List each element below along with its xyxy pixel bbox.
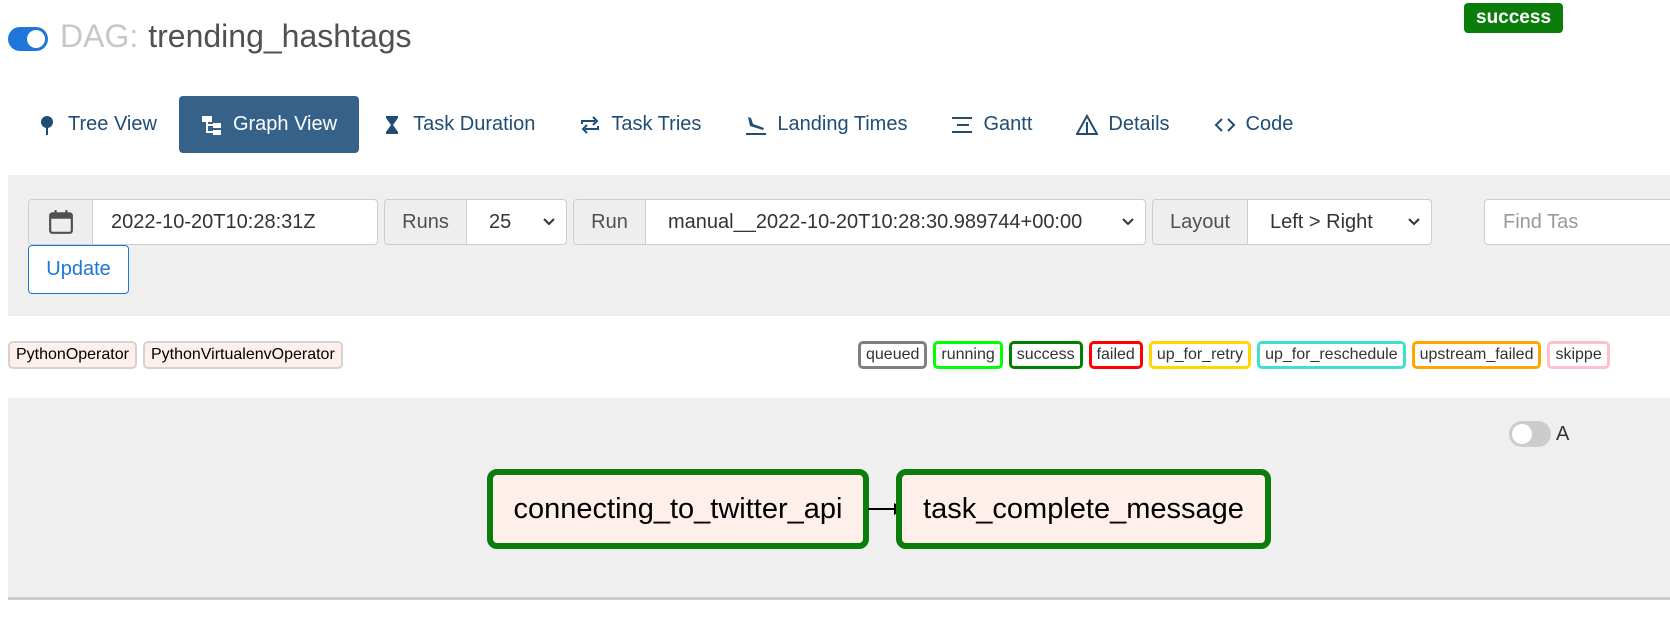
base-date-group: 2022-10-20T10:28:31Z [28, 199, 378, 245]
chevron-down-icon [543, 218, 555, 226]
task-node-task-complete-message[interactable]: task_complete_message [896, 469, 1271, 549]
operator-legend: PythonOperator PythonVirtualenvOperator [8, 341, 349, 369]
view-tabs: Tree View Graph View Task Duration Task … [14, 96, 1315, 153]
gantt-icon [951, 114, 973, 136]
dag-title: trending_hashtags [148, 17, 412, 54]
tab-tree-view[interactable]: Tree View [14, 96, 179, 153]
dag-header: DAG: trending_hashtags [8, 14, 412, 58]
warning-triangle-icon [1076, 113, 1099, 136]
tab-task-tries[interactable]: Task Tries [557, 96, 723, 153]
code-icon [1214, 114, 1236, 136]
legend-operator-python: PythonOperator [8, 341, 137, 369]
legend-state-up-for-retry: up_for_retry [1148, 341, 1252, 369]
map-pin-icon [36, 114, 58, 136]
state-legend: queued running success failed up_for_ret… [858, 341, 1616, 369]
legend-state-queued: queued [858, 341, 928, 369]
plane-landing-icon [745, 114, 767, 136]
legend-state-skipped: skippe [1547, 341, 1610, 369]
tab-code[interactable]: Code [1192, 96, 1316, 153]
controls-row: 2022-10-20T10:28:31Z Runs 25 Run manual_… [28, 199, 1670, 245]
chevron-down-icon [1122, 218, 1134, 226]
tab-gantt[interactable]: Gantt [929, 96, 1054, 153]
graph-icon [201, 114, 223, 136]
run-group: Run manual__2022-10-20T10:28:30.989744+0… [573, 199, 1146, 245]
tab-label: Gantt [983, 113, 1033, 135]
run-select[interactable]: manual__2022-10-20T10:28:30.989744+00:00 [646, 200, 1145, 244]
chevron-down-icon [1408, 218, 1420, 226]
find-task-input[interactable]: Find Tas [1484, 199, 1670, 245]
calendar-icon[interactable] [29, 200, 93, 244]
run-label: Run [574, 200, 646, 244]
hourglass-icon [381, 114, 403, 136]
auto-refresh-toggle[interactable] [1509, 421, 1551, 447]
runs-select[interactable]: 25 [467, 200, 566, 244]
dag-pause-toggle[interactable] [8, 27, 48, 51]
legend-state-running: running [933, 341, 1003, 369]
layout-group: Layout Left > Right [1152, 199, 1432, 245]
auto-refresh-label: A [1556, 422, 1570, 445]
graph-controls-panel: 2022-10-20T10:28:31Z Runs 25 Run manual_… [8, 175, 1670, 316]
tab-task-duration[interactable]: Task Duration [359, 96, 557, 153]
dag-graph-canvas[interactable]: A connecting_to_twitter_api task_complet… [8, 398, 1670, 600]
base-date-input[interactable]: 2022-10-20T10:28:31Z [93, 200, 334, 244]
runs-label: Runs [385, 200, 467, 244]
tab-details[interactable]: Details [1054, 96, 1191, 153]
tab-graph-view[interactable]: Graph View [178, 96, 360, 153]
tab-label: Task Duration [413, 113, 536, 135]
tab-label: Landing Times [777, 113, 908, 135]
run-value: manual__2022-10-20T10:28:30.989744+00:00 [668, 210, 1083, 233]
tab-label: Tree View [68, 113, 157, 135]
legend-state-upstream-failed: upstream_failed [1411, 341, 1542, 369]
repeat-icon [579, 114, 601, 136]
update-button[interactable]: Update [28, 245, 129, 294]
tab-label: Code [1245, 113, 1294, 135]
task-node-connecting-to-twitter-api[interactable]: connecting_to_twitter_api [487, 469, 869, 549]
legend-operator-python-virtualenv: PythonVirtualenvOperator [142, 341, 343, 369]
runs-value: 25 [489, 210, 512, 233]
dag-prefix: DAG: [60, 17, 139, 54]
legend-state-failed: failed [1088, 341, 1143, 369]
tab-label: Graph View [232, 113, 338, 135]
tab-label: Task Tries [611, 113, 702, 135]
layout-label: Layout [1153, 200, 1248, 244]
auto-refresh: A [1509, 421, 1569, 447]
legend-state-success: success [1008, 341, 1083, 369]
legend-state-up-for-reschedule: up_for_reschedule [1257, 341, 1406, 369]
layout-value: Left > Right [1270, 210, 1373, 233]
runs-group: Runs 25 [384, 199, 567, 245]
tab-landing-times[interactable]: Landing Times [723, 96, 929, 153]
layout-select[interactable]: Left > Right [1248, 200, 1431, 244]
dag-run-state-badge: success [1464, 3, 1564, 33]
tab-label: Details [1108, 113, 1170, 135]
